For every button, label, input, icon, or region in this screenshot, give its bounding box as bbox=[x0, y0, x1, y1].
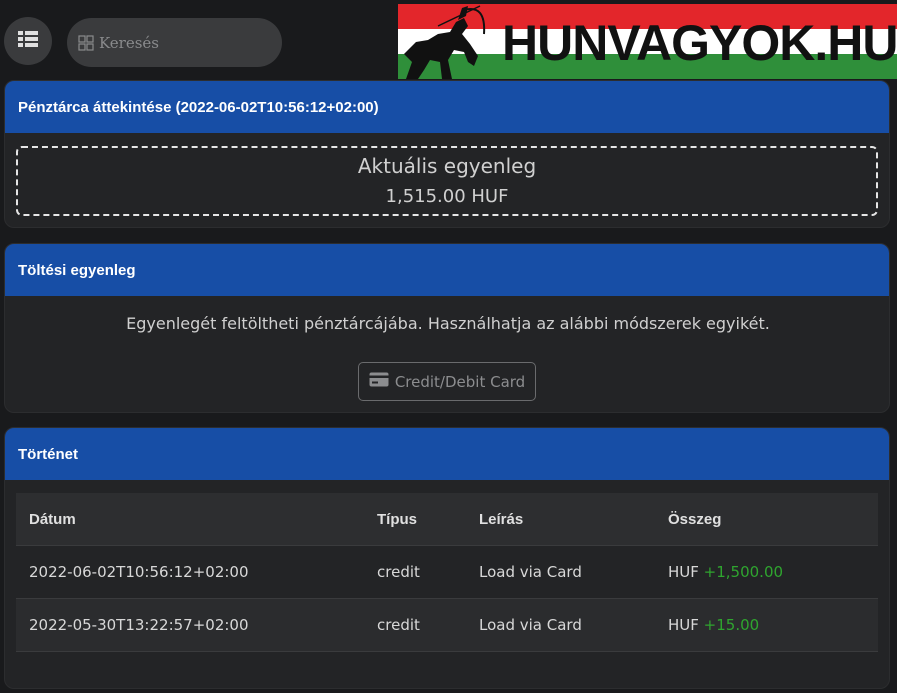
row-currency: HUF bbox=[668, 563, 699, 581]
balance-label: Aktuális egyenleg bbox=[357, 154, 537, 178]
topup-card: Töltési egyenleg Egyenlegét feltöltheti … bbox=[4, 243, 890, 413]
wallet-overview-title: Pénztárca áttekintése (2022-06-02T10:56:… bbox=[5, 81, 889, 133]
row-currency: HUF bbox=[668, 616, 699, 634]
history-table: Dátum Típus Leírás Összeg 2022-06-02T10:… bbox=[16, 493, 878, 652]
table-row: 2022-06-02T10:56:12+02:00 credit Load vi… bbox=[16, 546, 878, 599]
column-header-amount[interactable]: Összeg bbox=[668, 511, 878, 528]
horse-archer-icon bbox=[404, 5, 486, 79]
menu-button[interactable] bbox=[4, 17, 52, 65]
search-placeholder: Keresés bbox=[99, 33, 159, 52]
row-amount-value: +15.00 bbox=[703, 616, 760, 634]
row-date: 2022-05-30T13:22:57+02:00 bbox=[29, 616, 249, 634]
wallet-overview-card: Pénztárca áttekintése (2022-06-02T10:56:… bbox=[4, 80, 890, 228]
grid-icon bbox=[78, 34, 94, 51]
table-header-row: Dátum Típus Leírás Összeg bbox=[16, 493, 878, 546]
site-logo[interactable]: HUNVAGYOK.HU bbox=[398, 4, 897, 79]
row-description: Load via Card bbox=[479, 563, 582, 581]
balance-box: Aktuális egyenleg 1,515.00 HUF bbox=[16, 146, 878, 216]
balance-value: 1,515.00 HUF bbox=[385, 186, 509, 207]
logo-text: HUNVAGYOK.HU bbox=[502, 15, 897, 71]
column-header-date[interactable]: Dátum bbox=[16, 511, 377, 528]
row-type: credit bbox=[377, 616, 420, 634]
history-card: Történet Dátum Típus Leírás Összeg 2022-… bbox=[4, 427, 890, 689]
top-bar: Keresés HUNVAGYOK.HU bbox=[0, 0, 897, 79]
column-header-description[interactable]: Leírás bbox=[479, 511, 668, 528]
topup-title: Töltési egyenleg bbox=[5, 244, 889, 296]
topup-description: Egyenlegét feltöltheti pénztárcájába. Ha… bbox=[126, 314, 770, 333]
credit-debit-card-button[interactable]: Credit/Debit Card bbox=[358, 362, 536, 401]
credit-card-icon bbox=[369, 372, 389, 391]
row-date: 2022-06-02T10:56:12+02:00 bbox=[29, 563, 249, 581]
search-input[interactable]: Keresés bbox=[67, 18, 282, 67]
table-row: 2022-05-30T13:22:57+02:00 credit Load vi… bbox=[16, 599, 878, 652]
row-type: credit bbox=[377, 563, 420, 581]
row-amount: HUF +1,500.00 bbox=[668, 563, 878, 581]
row-description: Load via Card bbox=[479, 616, 582, 634]
column-header-type[interactable]: Típus bbox=[377, 511, 479, 528]
row-amount: HUF +15.00 bbox=[668, 616, 878, 634]
row-amount-value: +1,500.00 bbox=[703, 563, 784, 581]
list-icon bbox=[18, 30, 38, 52]
history-title: Történet bbox=[5, 428, 889, 480]
credit-debit-card-label: Credit/Debit Card bbox=[394, 372, 526, 391]
